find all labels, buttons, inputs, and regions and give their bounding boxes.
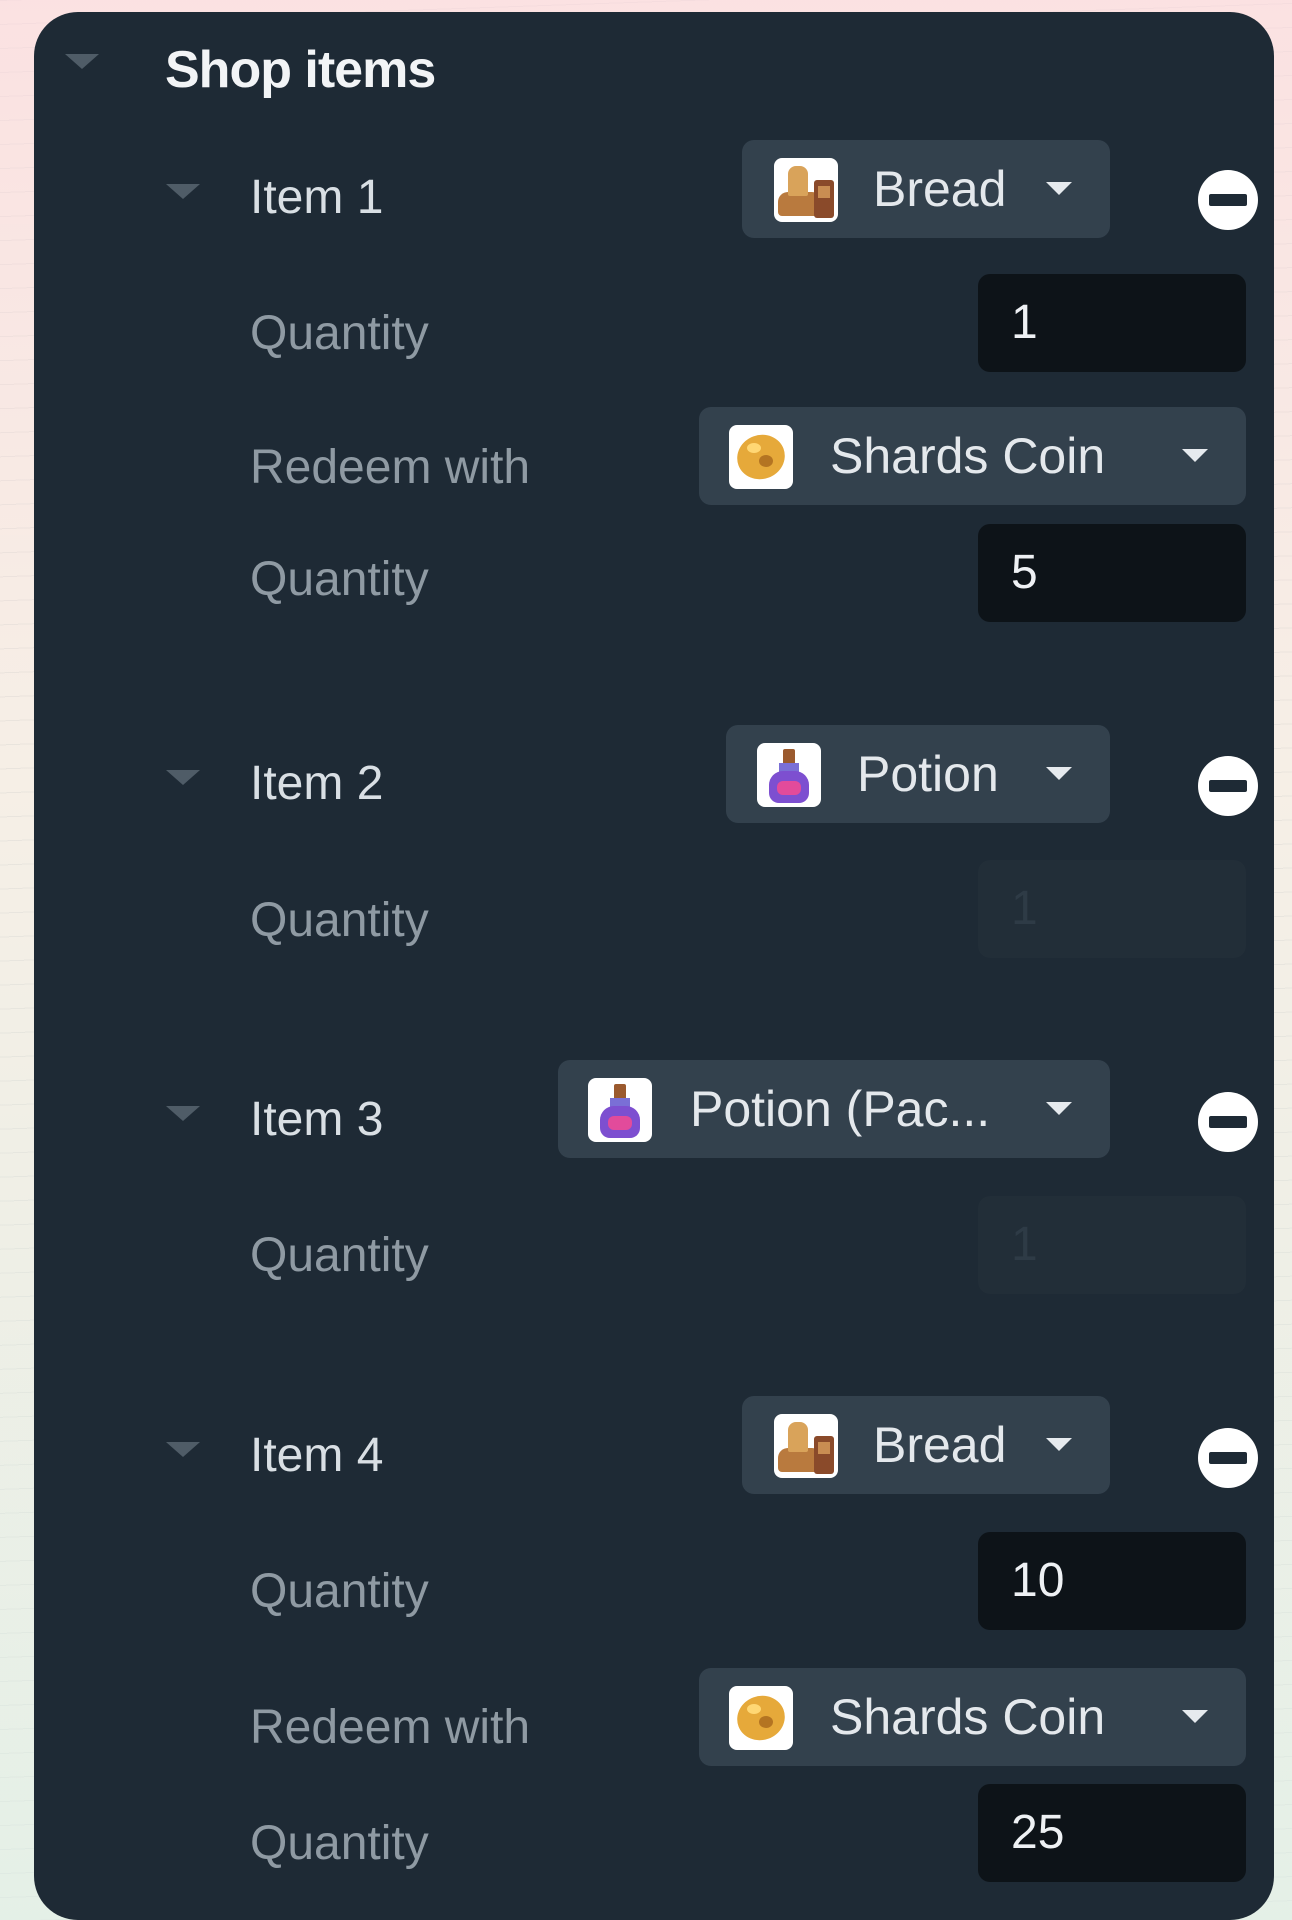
item-1-redeem-quantity-input[interactable]: 5 (978, 524, 1246, 622)
item-1-redeem-label: Redeem with (250, 441, 531, 494)
potion-icon (757, 743, 821, 807)
remove-item-2-button[interactable] (1198, 756, 1258, 816)
chevron-down-icon (1046, 182, 1072, 195)
item-1-redeem-select[interactable]: Shards Coin (699, 407, 1246, 505)
collapse-item-3-caret-icon[interactable] (166, 1106, 200, 1121)
item-1-select[interactable]: Bread (742, 140, 1110, 238)
item-4-redeem-select-label: Shards Coin (830, 1689, 1106, 1745)
item-2-select[interactable]: Potion (726, 725, 1110, 823)
collapse-shop-items-caret-icon[interactable] (65, 54, 99, 69)
item-4-quantity-label: Quantity (250, 1565, 429, 1618)
item-3-quantity-input: 1 (978, 1196, 1246, 1294)
item-2-label: Item 2 (250, 757, 384, 810)
remove-item-4-button[interactable] (1198, 1428, 1258, 1488)
item-4-select-label: Bread (873, 1417, 1007, 1473)
item-4-redeem-select[interactable]: Shards Coin (699, 1668, 1246, 1766)
chevron-down-icon (1046, 1438, 1072, 1451)
shop-items-panel: Shop items Item 1 Bread Quantity 1 Redee… (34, 12, 1274, 1920)
chevron-down-icon (1046, 1102, 1072, 1115)
bread-icon (774, 158, 838, 222)
section-title: Shop items (165, 41, 436, 99)
chevron-down-icon (1182, 1710, 1208, 1723)
coin-icon (729, 425, 793, 489)
item-4-label: Item 4 (250, 1429, 384, 1482)
remove-item-1-button[interactable] (1198, 170, 1258, 230)
item-1-redeem-select-label: Shards Coin (830, 428, 1106, 484)
coin-icon (729, 1686, 793, 1750)
item-3-quantity-label: Quantity (250, 1229, 429, 1282)
item-1-quantity-input[interactable]: 1 (978, 274, 1246, 372)
item-2-select-label: Potion (857, 746, 999, 802)
item-3-label: Item 3 (250, 1093, 384, 1146)
remove-item-3-button[interactable] (1198, 1092, 1258, 1152)
item-1-quantity-label: Quantity (250, 307, 429, 360)
potion-icon (588, 1078, 652, 1142)
item-4-redeem-label: Redeem with (250, 1701, 531, 1754)
item-2-quantity-input: 1 (978, 860, 1246, 958)
item-1-label: Item 1 (250, 171, 384, 224)
bread-icon (774, 1414, 838, 1478)
chevron-down-icon (1182, 449, 1208, 462)
item-3-select-label: Potion (Pac... (690, 1081, 991, 1137)
item-2-quantity-label: Quantity (250, 894, 429, 947)
item-4-redeem-quantity-input[interactable]: 25 (978, 1784, 1246, 1882)
item-4-redeem-quantity-label: Quantity (250, 1817, 429, 1870)
item-1-redeem-quantity-label: Quantity (250, 553, 429, 606)
collapse-item-4-caret-icon[interactable] (166, 1442, 200, 1457)
chevron-down-icon (1046, 767, 1072, 780)
item-4-quantity-input[interactable]: 10 (978, 1532, 1246, 1630)
item-4-select[interactable]: Bread (742, 1396, 1110, 1494)
collapse-item-1-caret-icon[interactable] (166, 184, 200, 199)
collapse-item-2-caret-icon[interactable] (166, 770, 200, 785)
item-1-select-label: Bread (873, 161, 1007, 217)
item-3-select[interactable]: Potion (Pac... (558, 1060, 1110, 1158)
